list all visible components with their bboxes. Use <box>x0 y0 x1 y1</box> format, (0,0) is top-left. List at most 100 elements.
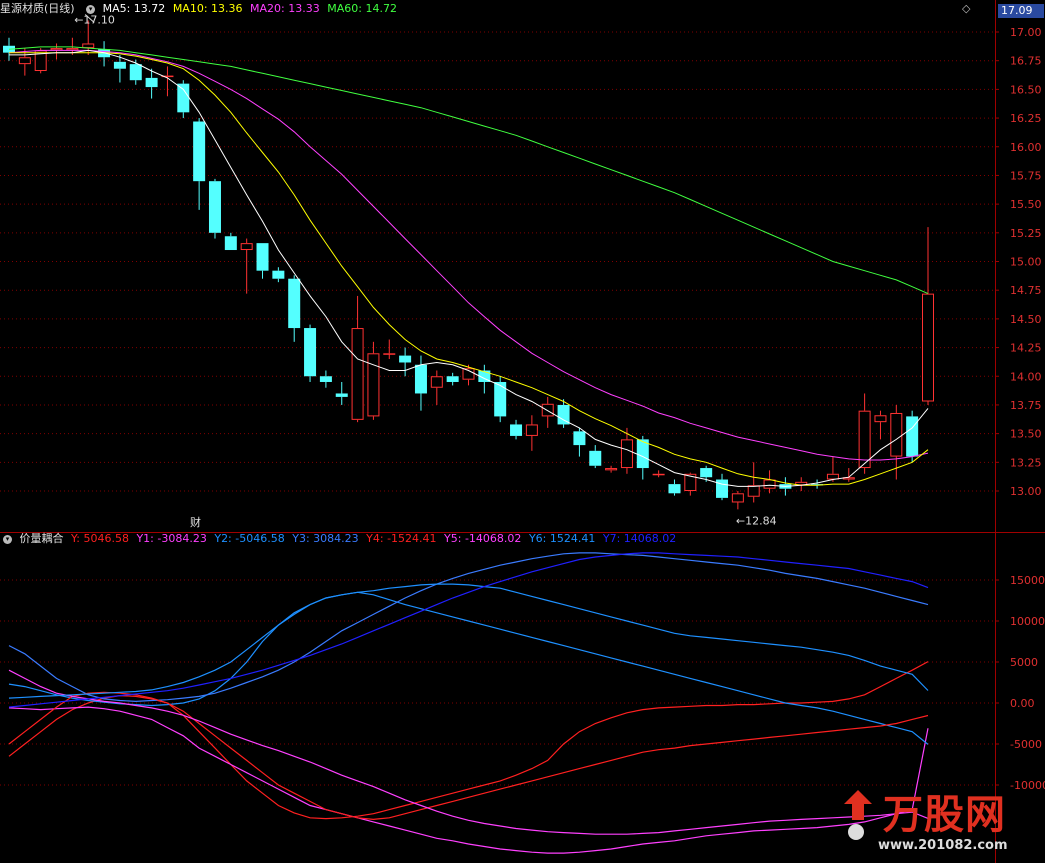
candle-down <box>129 64 142 81</box>
indicator-name: 价量耦合 <box>19 532 64 545</box>
chart-canvas: 17.00 16.75 16.50 16.25 16.00 15.75 15.50 15.25… <box>0 0 1045 863</box>
candle-up <box>430 376 443 388</box>
series-y3-line <box>8 552 929 703</box>
indicator-tick-label: 5000 <box>1010 656 1038 669</box>
price-tick-label: 17.00 <box>1010 26 1042 39</box>
candle-up <box>541 403 554 417</box>
candle-up <box>605 468 618 471</box>
candle-down <box>319 376 332 382</box>
candle-up <box>922 293 934 402</box>
ma20-line <box>8 49 929 461</box>
candle-up <box>66 48 79 51</box>
candle-up <box>826 473 839 480</box>
diamond-icon[interactable]: ◇ <box>962 2 970 15</box>
logo-icon <box>844 790 872 840</box>
price-tick-label: 15.25 <box>1010 227 1042 240</box>
logo-url: www.201082.com <box>878 838 1008 853</box>
candle-up <box>50 48 63 51</box>
series-y5-line <box>8 669 929 835</box>
price-tick-label: 13.00 <box>1010 485 1042 498</box>
y-label: Y: 5046.58 <box>71 532 129 545</box>
price-tick-label: 16.75 <box>1010 55 1042 68</box>
y5-label: Y5: -14068.02 <box>444 532 522 545</box>
candle-up <box>620 439 633 469</box>
candle-up <box>763 479 776 489</box>
series-y4-line <box>8 691 929 821</box>
price-tick-label: 14.25 <box>1010 342 1042 355</box>
candle-up <box>890 412 903 457</box>
candle-up <box>82 43 95 49</box>
ma10-label: MA10: 13.36 <box>172 2 243 15</box>
indicator-tick-label: 0.00 <box>1010 697 1035 710</box>
price-tick-label: 13.75 <box>1010 399 1042 412</box>
candle-down <box>177 83 190 113</box>
price-tick-label: 15.75 <box>1010 169 1042 182</box>
ma5-line <box>9 49 929 487</box>
y2-label: Y2: -5046.58 <box>214 532 285 545</box>
candle-down <box>399 355 412 363</box>
price-tick-label: 13.50 <box>1010 428 1042 441</box>
price-tick-label: 16.25 <box>1010 112 1042 125</box>
price-tick-label: 15.00 <box>1010 256 1042 269</box>
price-tick-label: 14.00 <box>1010 370 1042 383</box>
candle-up <box>652 473 665 476</box>
candle-down <box>113 61 126 69</box>
series-y2-line <box>8 591 929 745</box>
ma20-label: MA20: 13.33 <box>250 2 320 15</box>
candle-down <box>494 381 507 417</box>
candle-down <box>716 479 729 498</box>
candle-down <box>224 236 237 251</box>
dropdown-icon[interactable]: ▾ <box>86 4 96 14</box>
indicator-tick-label: 10000 <box>1010 615 1045 628</box>
candle-down <box>272 270 285 279</box>
price-tick-label: 16.50 <box>1010 83 1042 96</box>
candle-down <box>208 181 221 233</box>
candle-up <box>383 353 396 355</box>
candle-down <box>193 121 206 182</box>
stock-title: 星源材质(日线) <box>0 2 75 15</box>
y3-label: Y3: 3084.23 <box>292 532 359 545</box>
candle-down <box>589 450 602 466</box>
candle-up <box>18 57 31 65</box>
indicator-tick-label: 15000 <box>1010 574 1045 587</box>
candle-up <box>858 410 871 469</box>
candle-down <box>288 278 301 329</box>
candle-down <box>335 393 348 397</box>
ma5-label: MA5: 13.72 <box>102 2 166 15</box>
candle-down <box>700 468 713 478</box>
candle-up <box>525 424 538 436</box>
price-tick-label: 13.25 <box>1010 456 1042 469</box>
price-tick-label: 16.00 <box>1010 141 1042 154</box>
candle-down <box>145 77 158 88</box>
candle-down <box>446 376 459 382</box>
candle-down <box>256 243 269 271</box>
candle-down <box>668 484 681 494</box>
ma60-label: MA60: 14.72 <box>327 2 397 15</box>
low-annotation: ←12.84 <box>736 514 777 527</box>
logo-text: 万股网 <box>883 792 1006 838</box>
y7-label: Y7: 14068.02 <box>602 532 677 545</box>
price-tick-label: 14.75 <box>1010 284 1042 297</box>
candle-down <box>304 328 317 377</box>
watermark-logo: 万股网 www.201082.com <box>838 780 1038 860</box>
y6-label: Y6: 1524.41 <box>528 532 596 545</box>
candle-up <box>747 485 760 497</box>
price-tick-label: 14.50 <box>1010 313 1042 326</box>
candle-down <box>510 424 523 436</box>
current-price-badge: 17.09 <box>998 4 1044 18</box>
candle-up <box>351 328 364 420</box>
indicator-tick-label: -5000 <box>1010 738 1042 751</box>
candle-down <box>414 364 427 394</box>
dropdown-icon[interactable]: ▾ <box>3 534 12 544</box>
candle-up <box>240 243 253 251</box>
y4-label: Y4: -1524.41 <box>366 532 437 545</box>
series-y1-line <box>8 706 929 854</box>
candle-up <box>874 415 887 423</box>
indicator-header: ▾ 价量耦合 Y: 5046.58 Y1: -3084.23 Y2: -5046… <box>0 531 680 547</box>
price-chart-header: 星源材质(日线) ▾ MA5: 13.72 MA10: 13.36 MA20: … <box>0 1 401 17</box>
price-tick-label: 15.50 <box>1010 198 1042 211</box>
series-y-line <box>8 661 929 820</box>
candle-up <box>731 493 744 503</box>
finance-marker[interactable]: 财 <box>190 514 201 530</box>
candle-down <box>573 431 586 446</box>
